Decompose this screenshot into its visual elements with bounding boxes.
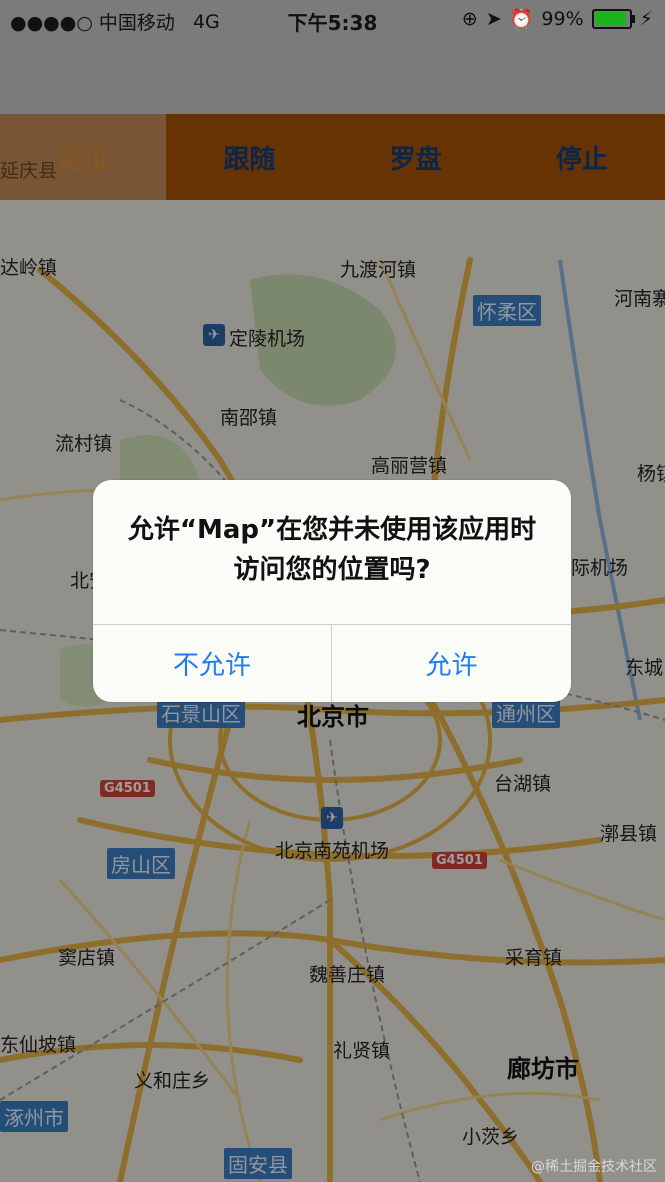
battery-percent: 99% [541, 7, 584, 30]
alarm-icon: ⏰ [509, 8, 534, 30]
location-arrow-icon: ➤ [485, 7, 502, 30]
battery-icon [591, 8, 635, 29]
allow-button[interactable]: 允许 [332, 625, 571, 702]
deny-button[interactable]: 不允许 [93, 625, 331, 702]
navigation-bar [0, 38, 665, 114]
location-permission-alert: 允许“Map”在您并未使用该应用时访问您的位置吗? 不允许 允许 [93, 480, 571, 702]
watermark: @稀土掘金技术社区 [531, 1159, 657, 1175]
charging-icon: ⚡ [639, 7, 653, 30]
alert-message: 允许“Map”在您并未使用该应用时访问您的位置吗? [127, 515, 537, 585]
orientation-lock-icon: ⊕ [461, 7, 478, 30]
status-bar: ●●●●○ 中国移动 4G 下午5:38 ⊕ ➤ ⏰ 99% ⚡ [0, 0, 665, 38]
